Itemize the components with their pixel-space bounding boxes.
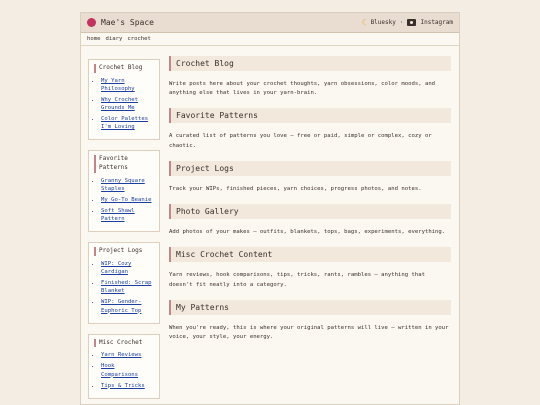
- top-nav: home diary crochet: [81, 33, 459, 46]
- section-text: Add photos of your makes – outfits, blan…: [169, 229, 446, 236]
- sidebar-box-crochet-blog: Crochet Blog My Yarn Philosophy Why Croc…: [88, 59, 160, 141]
- section-crochet-blog: Crochet Blog Write posts here about your…: [169, 56, 451, 98]
- yarn-ball-icon: [87, 18, 96, 27]
- sidebar-box-title: Favorite Patterns: [94, 155, 154, 173]
- social-links: ☾ Bluesky · Instagram: [361, 17, 453, 27]
- sidebar-link[interactable]: My Yarn Philosophy: [101, 77, 154, 93]
- section-title: Crochet Blog: [169, 56, 451, 71]
- camera-icon: [407, 19, 417, 26]
- sidebar-box-title: Project Logs: [94, 247, 154, 256]
- sidebar: Crochet Blog My Yarn Philosophy Why Croc…: [88, 59, 160, 404]
- bluesky-link[interactable]: Bluesky: [371, 19, 396, 26]
- sidebar-link[interactable]: WIP: Cozy Cardigan: [101, 260, 154, 276]
- section-misc-crochet-content: Misc Crochet Content Yarn reviews, hook …: [169, 247, 451, 289]
- sidebar-link[interactable]: Tips & Tricks: [101, 382, 154, 390]
- nav-home[interactable]: home: [87, 36, 100, 42]
- sidebar-link[interactable]: Yarn Reviews: [101, 351, 154, 359]
- section-text: Write posts here about your crochet thou…: [169, 81, 436, 97]
- moon-icon: ☾: [361, 17, 367, 27]
- section-title: Project Logs: [169, 160, 451, 176]
- section-text: A curated list of patterns you love – fr…: [169, 133, 432, 149]
- sidebar-box-misc-crochet: Misc Crochet Yarn Reviews Hook Compariso…: [88, 333, 160, 399]
- section-project-logs: Project Logs Track your WIPs, finished p…: [169, 160, 451, 194]
- section-title: Photo Gallery: [169, 204, 451, 220]
- site-title[interactable]: Mae's Space: [101, 18, 154, 27]
- sidebar-box-title: Misc Crochet: [94, 338, 154, 348]
- section-text: Yarn reviews, hook comparisons, tips, tr…: [169, 272, 425, 288]
- sidebar-box-title: Crochet Blog: [94, 64, 154, 73]
- section-my-patterns: My Patterns When you're ready, this is w…: [169, 299, 451, 342]
- sidebar-link[interactable]: Hook Comparisons: [101, 362, 154, 378]
- section-title: Favorite Patterns: [169, 108, 451, 124]
- sidebar-link[interactable]: Soft Shawl Pattern: [101, 207, 154, 223]
- section-text: Track your WIPs, finished pieces, yarn c…: [169, 185, 422, 192]
- sidebar-link[interactable]: Color Palettes I'm Loving: [101, 115, 154, 131]
- nav-crochet[interactable]: crochet: [127, 36, 151, 42]
- site-header: Mae's Space ☾ Bluesky · Instagram: [81, 13, 459, 33]
- section-text: When you're ready, this is where your or…: [169, 324, 449, 340]
- sidebar-link[interactable]: Why Crochet Grounds Me: [101, 96, 154, 112]
- instagram-link[interactable]: Instagram: [420, 19, 453, 26]
- section-photo-gallery: Photo Gallery Add photos of your makes –…: [169, 204, 451, 237]
- section-title: My Patterns: [169, 299, 451, 315]
- sidebar-box-project-logs: Project Logs WIP: Cozy Cardigan Finished…: [88, 242, 160, 324]
- section-title: Misc Crochet Content: [169, 247, 451, 263]
- sidebar-link[interactable]: Finished: Scrap Blanket: [101, 279, 154, 295]
- sidebar-box-favorite-patterns: Favorite Patterns Granny Square Staples …: [88, 150, 160, 233]
- page-container: Mae's Space ☾ Bluesky · Instagram home d…: [80, 12, 460, 405]
- separator: ·: [399, 19, 404, 26]
- section-favorite-patterns: Favorite Patterns A curated list of patt…: [169, 108, 451, 150]
- sidebar-link[interactable]: Granny Square Staples: [101, 177, 154, 193]
- main-content: Crochet Blog Write posts here about your…: [169, 56, 451, 352]
- sidebar-link[interactable]: My Go-To Beanie: [101, 196, 154, 204]
- sidebar-link[interactable]: WIP: Gender-Euphoric Top: [101, 298, 154, 314]
- nav-diary[interactable]: diary: [105, 36, 122, 42]
